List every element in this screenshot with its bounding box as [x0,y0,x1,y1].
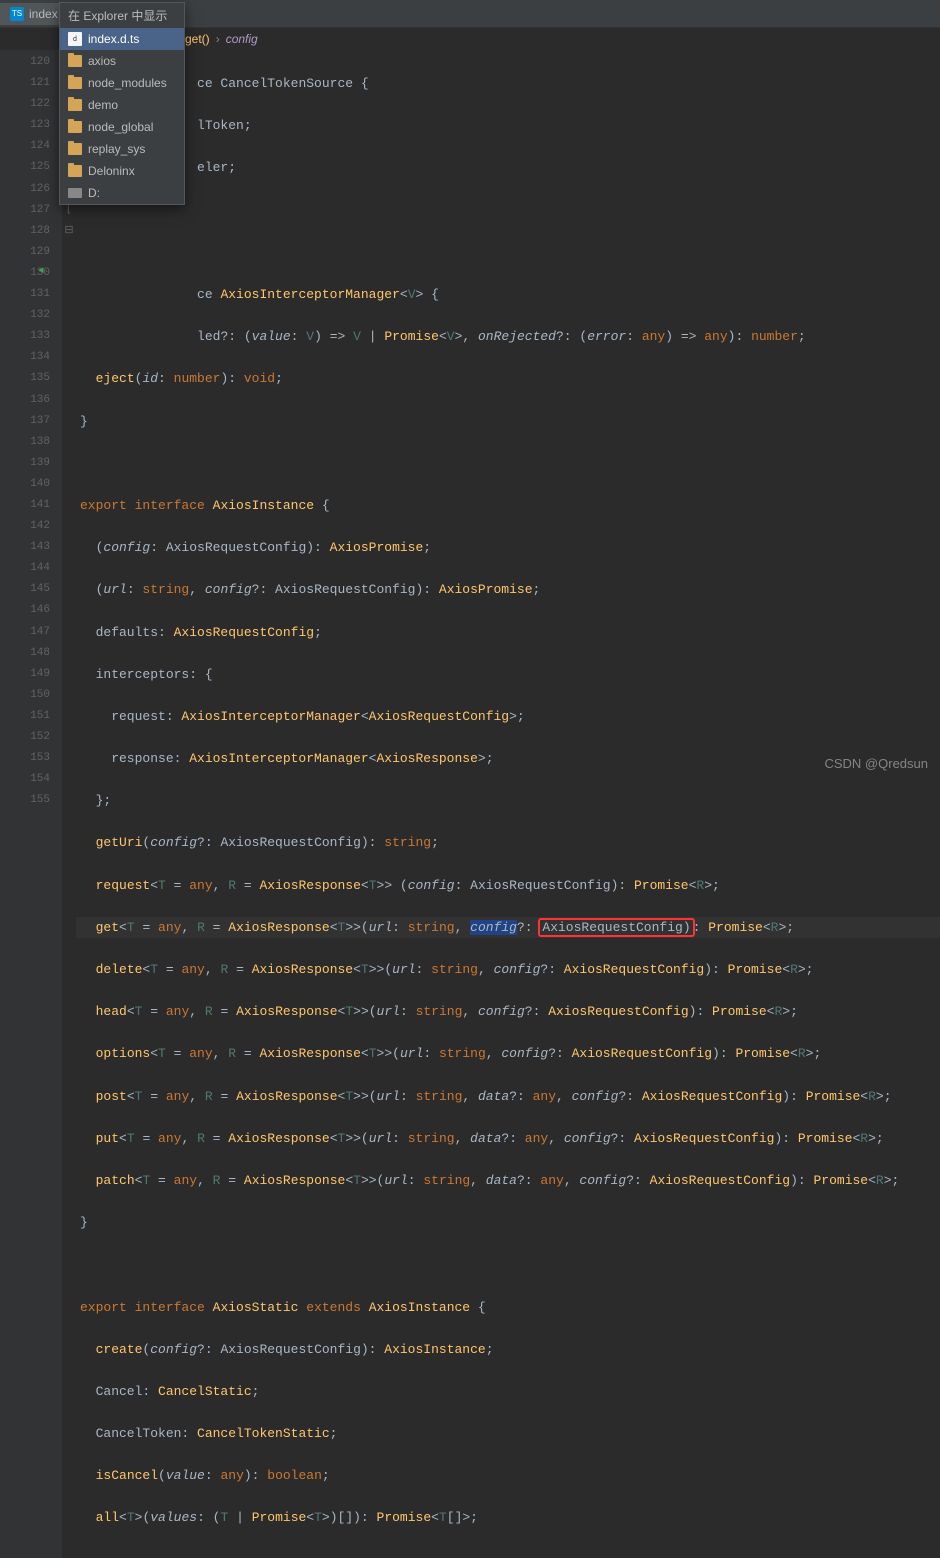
code-line: ce AxiosInterceptorManager<V> { [76,284,940,305]
code-line: getUri(config?: AxiosRequestConfig): str… [76,832,940,853]
code-line: Cancel: CancelStatic; [76,1381,940,1402]
code-line: } [76,1212,940,1233]
breadcrumb-method[interactable]: get() [185,32,210,46]
context-menu-reveal-in-explorer: 在 Explorer 中显示 d index.d.ts axios node_m… [59,2,185,205]
code-area[interactable]: ce CancelTokenSource { lToken; eler; ce … [76,50,940,1558]
fold-toggle[interactable]: ⊟ [62,221,76,242]
code-line: interceptors: { [76,664,940,685]
code-line: patch<T = any, R = AxiosResponse<T>>(url… [76,1170,940,1191]
context-menu-item-node-modules[interactable]: node_modules [60,72,184,94]
code-line: options<T = any, R = AxiosResponse<T>>(u… [76,1043,940,1064]
code-editor[interactable]: 120121122123124 125126127128129 130◂ 131… [0,50,940,1558]
tab-index[interactable]: TS index [0,3,68,25]
code-line: (config: AxiosRequestConfig): AxiosPromi… [76,537,940,558]
code-line: export interface AxiosInstance { [76,495,940,516]
code-line: isCancel(value: any): boolean; [76,1465,940,1486]
context-menu-item-axios[interactable]: axios [60,50,184,72]
code-line: export interface AxiosStatic extends Axi… [76,1297,940,1318]
folder-icon [68,165,82,177]
code-line: put<T = any, R = AxiosResponse<T>>(url: … [76,1128,940,1149]
folder-icon [68,99,82,111]
breadcrumb: get() › config [185,32,258,46]
code-line: response: AxiosInterceptorManager<AxiosR… [76,748,940,769]
disk-icon [68,188,82,198]
watermark: CSDN @Qredsun [824,756,928,771]
code-line: request<T = any, R = AxiosResponse<T>> (… [76,875,940,896]
folder-icon [68,143,82,155]
change-marker-icon: ◂ [38,261,44,282]
breadcrumb-param[interactable]: config [226,32,258,46]
code-line: led?: (value: V) => V | Promise<V>, onRe… [76,326,940,347]
code-line [76,200,940,221]
highlighted-annotation: AxiosRequestConfig) [538,918,694,937]
code-line [76,242,940,263]
code-line [76,1254,940,1275]
fold-column: ⊟⌊ ⊟⌊ ⊟⊟ ⌊ ⌊⊟ [62,50,76,1558]
gutter: 120121122123124 125126127128129 130◂ 131… [0,50,62,1558]
ts-file-icon: TS [10,7,24,21]
context-menu-item-demo[interactable]: demo [60,94,184,116]
folder-icon [68,55,82,67]
code-line: } [76,411,940,432]
ts-file-icon: d [68,32,82,46]
code-line: (url: string, config?: AxiosRequestConfi… [76,579,940,600]
code-line: CancelToken: CancelTokenStatic; [76,1423,940,1444]
context-menu-item-deloninx[interactable]: Deloninx [60,160,184,182]
context-menu-item-replay-sys[interactable]: replay_sys [60,138,184,160]
code-line: eject(id: number): void; [76,368,940,389]
code-line: defaults: AxiosRequestConfig; [76,622,940,643]
code-line: eler; [76,157,940,178]
code-line: all<T>(values: (T | Promise<T>)[]): Prom… [76,1507,940,1528]
code-line: ce CancelTokenSource { [76,73,940,94]
context-menu-item-drive-d[interactable]: D: [60,182,184,204]
context-menu-item-index[interactable]: d index.d.ts [60,28,184,50]
folder-icon [68,77,82,89]
code-line: delete<T = any, R = AxiosResponse<T>>(ur… [76,959,940,980]
code-line: lToken; [76,115,940,136]
context-menu-item-node-global[interactable]: node_global [60,116,184,138]
code-line [76,453,940,474]
code-line: post<T = any, R = AxiosResponse<T>>(url:… [76,1086,940,1107]
tab-label: index [29,7,58,21]
code-line: create(config?: AxiosRequestConfig): Axi… [76,1339,940,1360]
folder-icon [68,121,82,133]
code-line: head<T = any, R = AxiosResponse<T>>(url:… [76,1001,940,1022]
breadcrumb-separator: › [216,32,220,46]
code-line-highlighted: get<T = any, R = AxiosResponse<T>>(url: … [76,917,940,938]
context-menu-title: 在 Explorer 中显示 [60,3,184,28]
code-line: }; [76,790,940,811]
code-line: request: AxiosInterceptorManager<AxiosRe… [76,706,940,727]
